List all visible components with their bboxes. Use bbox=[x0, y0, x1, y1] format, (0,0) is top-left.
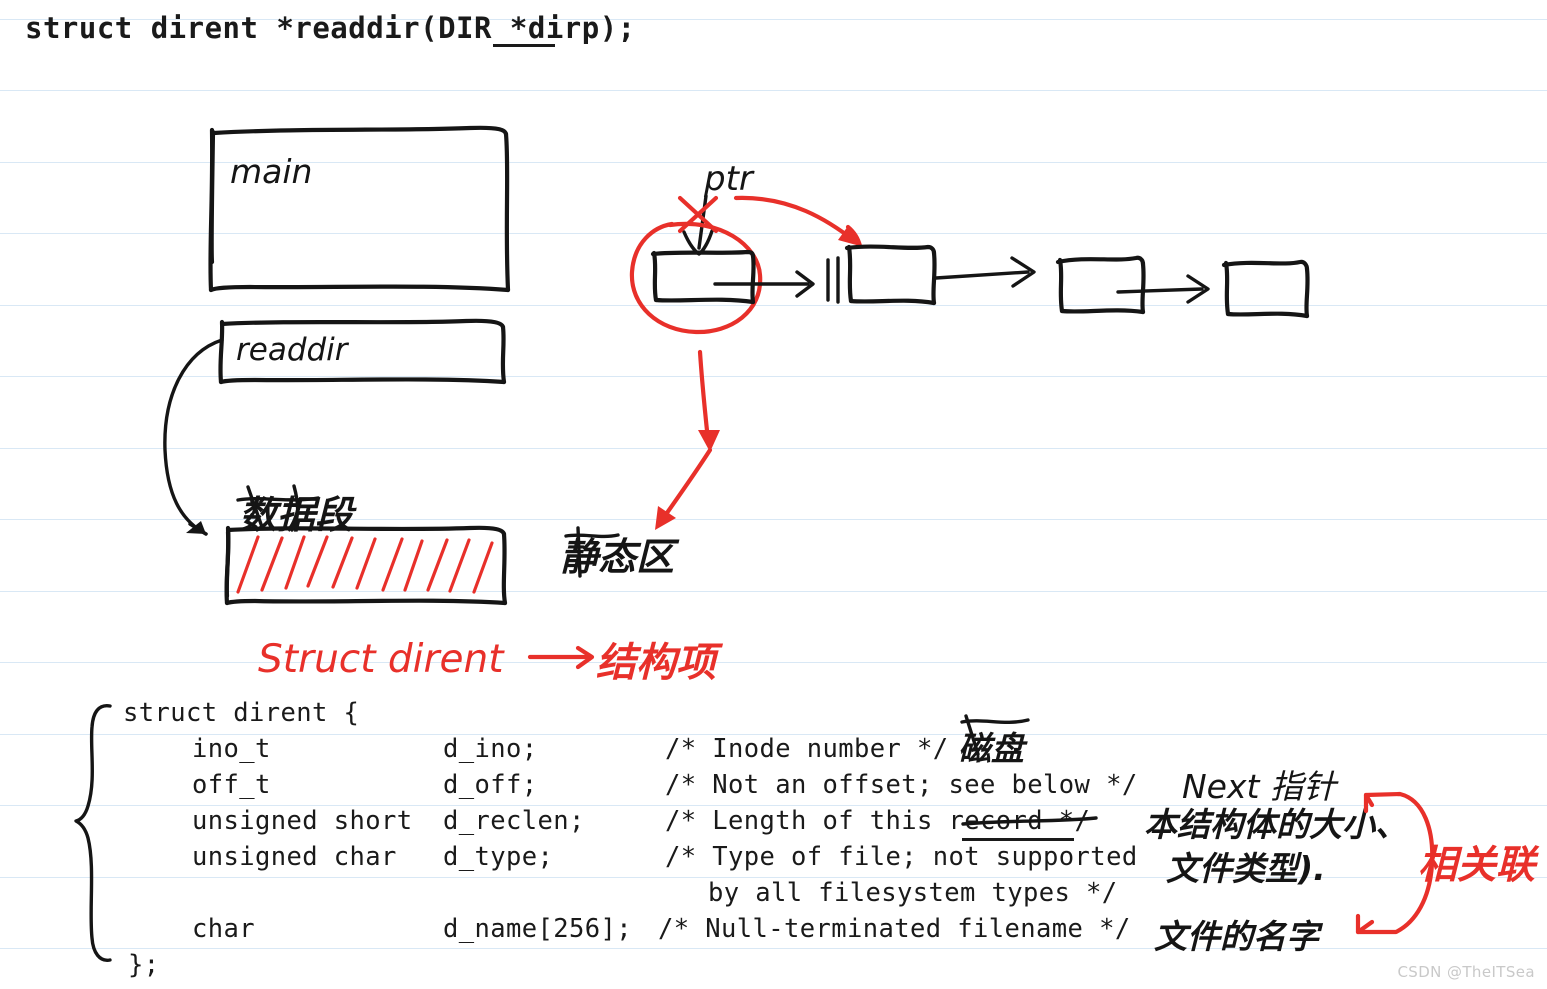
readdir-box-label: readdir bbox=[236, 332, 350, 368]
readdir-to-data-arrow bbox=[163, 338, 224, 536]
svg-text:静态区: 静态区 bbox=[560, 535, 680, 579]
rule-line bbox=[0, 948, 1547, 949]
relation-note-label: 相关联 bbox=[1418, 843, 1540, 888]
data-segment-label: 数据段 bbox=[236, 484, 357, 537]
rule-line bbox=[0, 519, 1547, 520]
dirp-underline bbox=[493, 44, 555, 47]
field-type-3: unsigned char bbox=[192, 842, 397, 872]
field-name-2: d_reclen; bbox=[443, 806, 585, 836]
ptr-arrow bbox=[682, 194, 714, 256]
struct-brace bbox=[74, 704, 112, 962]
field-comment-4: /* Null-terminated filename */ bbox=[658, 914, 1131, 944]
rule-line bbox=[0, 305, 1547, 306]
rule-line bbox=[0, 448, 1547, 449]
annotation-file-name: 文件的名字 bbox=[1154, 917, 1324, 956]
struct-open-line: struct dirent { bbox=[123, 698, 360, 728]
main-box-label: main bbox=[230, 152, 312, 191]
field-name-1: d_off; bbox=[443, 770, 538, 800]
static-area-label: 静态区 bbox=[560, 526, 680, 579]
field-name-3: d_type; bbox=[443, 842, 554, 872]
handwriting-overlay: .bk { fill:none; stroke:#151515; stroke-… bbox=[74, 125, 1540, 962]
field-comment-1: /* Not an offset; see below */ bbox=[665, 770, 1138, 800]
static-area-arrow bbox=[655, 349, 720, 530]
record-underline bbox=[962, 838, 1074, 841]
field-name-0: d_ino; bbox=[443, 734, 538, 764]
relation-bracket bbox=[1355, 791, 1435, 935]
rule-line bbox=[0, 233, 1547, 234]
main-frame-box bbox=[208, 125, 511, 293]
list-node-4 bbox=[1221, 259, 1310, 319]
struct-close-line: }; bbox=[128, 950, 160, 980]
field-type-4: char bbox=[192, 914, 256, 944]
ptr-redirect-arrow bbox=[733, 195, 863, 249]
rule-line bbox=[0, 162, 1547, 163]
annotation-disk: 磁盘 bbox=[958, 714, 1030, 768]
first-node-circle bbox=[629, 221, 763, 335]
field-name-4: d_name[256]; bbox=[443, 914, 633, 944]
struct-caption-latin: Struct dirent bbox=[258, 637, 505, 682]
arrow-node2-node3 bbox=[934, 256, 1036, 288]
field-comment-2: /* Length of this record */ bbox=[665, 806, 1091, 836]
field-type-1: off_t bbox=[192, 770, 271, 800]
ptr-label: ptr bbox=[703, 159, 755, 199]
annotation-file-type: 文件类型). bbox=[1166, 849, 1326, 888]
notebook-page: struct dirent *readdir(DIR *dirp); struc… bbox=[0, 0, 1547, 989]
csdn-watermark: CSDN @TheITSea bbox=[1397, 963, 1535, 981]
field-comment-0: /* Inode number */ bbox=[665, 734, 949, 764]
field-comment-3: /* Type of file; not supported bbox=[665, 842, 1138, 872]
list-node-3 bbox=[1055, 255, 1146, 315]
rule-line bbox=[0, 662, 1547, 663]
function-signature: struct dirent *readdir(DIR *dirp); bbox=[25, 11, 636, 45]
rule-line bbox=[0, 591, 1547, 592]
rule-line bbox=[0, 90, 1547, 91]
struct-caption-cjk: 结构项 bbox=[596, 640, 724, 686]
ptr-crossout-icon bbox=[677, 195, 719, 234]
data-segment-hatching bbox=[236, 535, 494, 594]
rule-line bbox=[0, 376, 1547, 377]
field-type-0: ino_t bbox=[192, 734, 271, 764]
arrow-node1-node2 bbox=[713, 256, 840, 304]
list-node-2 bbox=[844, 244, 937, 306]
annotation-next: Next 指针 bbox=[1182, 767, 1339, 806]
readdir-frame-box bbox=[218, 318, 507, 385]
list-node-1 bbox=[650, 249, 756, 305]
annotation-struct-size: 本结构体的大小、 bbox=[1144, 805, 1408, 844]
field-type-2: unsigned short bbox=[192, 806, 413, 836]
field-comment-3-cont: by all filesystem types */ bbox=[708, 878, 1118, 908]
svg-text:数据段: 数据段 bbox=[239, 493, 357, 537]
arrow-node3-node4 bbox=[1116, 274, 1210, 304]
